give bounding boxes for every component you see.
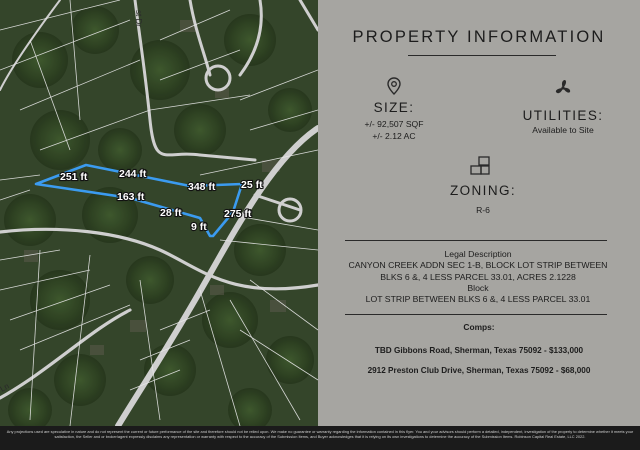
legal-line-2: BLKS 6 &, 4 LESS PARCEL 33.01, ACRES 2.1… bbox=[380, 271, 576, 282]
title-divider bbox=[408, 55, 556, 56]
location-pin-icon bbox=[387, 77, 401, 95]
map-label-251ft: 251 ft bbox=[60, 171, 88, 183]
map-label-9ft: 9 ft bbox=[191, 221, 207, 233]
map-label-25ft: 25 ft bbox=[241, 179, 263, 191]
zoning-blocks-icon bbox=[470, 156, 490, 175]
legal-description: Legal Description CANYON CREEK ADDN SEC … bbox=[330, 249, 626, 305]
map-label-163ft: 163 ft bbox=[117, 191, 145, 203]
zoning-value: R-6 bbox=[476, 205, 490, 215]
map-label-275ft: 275 ft bbox=[224, 208, 252, 220]
size-acres: +/- 2.12 AC bbox=[372, 131, 416, 141]
legal-heading: Legal Description bbox=[444, 249, 512, 259]
legal-bottom-divider bbox=[345, 314, 607, 315]
map-label-244ft: 244 ft bbox=[119, 168, 147, 180]
size-label: SIZE: bbox=[373, 100, 415, 115]
utilities-label: UTILITIES: bbox=[522, 108, 604, 123]
page-title: PROPERTY INFORMATION bbox=[352, 28, 606, 46]
utilities-value: Available to Site bbox=[532, 125, 594, 135]
disclaimer-footer: Any projections used are speculative in … bbox=[0, 426, 640, 450]
map-svg: 251 ft 244 ft 348 ft 25 ft 163 ft 28 ft … bbox=[0, 0, 318, 426]
legal-top-divider bbox=[345, 240, 607, 241]
property-info-panel: PROPERTY INFORMATION SIZE: +/- 92,507 SQ… bbox=[318, 0, 640, 426]
fan-icon bbox=[555, 80, 571, 94]
comp-item: 2912 Preston Club Drive, Sherman, Texas … bbox=[367, 366, 591, 375]
comp-item: TBD Gibbons Road, Sherman, Texas 75092 -… bbox=[374, 346, 584, 355]
legal-line-1: CANYON CREEK ADDN SEC 1-B, BLOCK LOT STR… bbox=[348, 260, 608, 271]
comps-title: Comps: bbox=[463, 322, 495, 332]
zoning-label: ZONING: bbox=[449, 183, 517, 198]
legal-line-3: Block bbox=[467, 282, 489, 293]
street-label-fragment: st Dr bbox=[134, 10, 143, 27]
aerial-map[interactable]: 251 ft 244 ft 348 ft 25 ft 163 ft 28 ft … bbox=[0, 0, 318, 426]
flyer-page: 251 ft 244 ft 348 ft 25 ft 163 ft 28 ft … bbox=[0, 0, 640, 450]
map-label-28ft: 28 ft bbox=[160, 207, 182, 219]
map-label-348ft: 348 ft bbox=[188, 181, 216, 193]
legal-line-4: LOT STRIP BETWEEN BLKS 6 &, 4 LESS PARCE… bbox=[365, 294, 591, 305]
size-sqft: +/- 92,507 SQF bbox=[364, 119, 424, 129]
